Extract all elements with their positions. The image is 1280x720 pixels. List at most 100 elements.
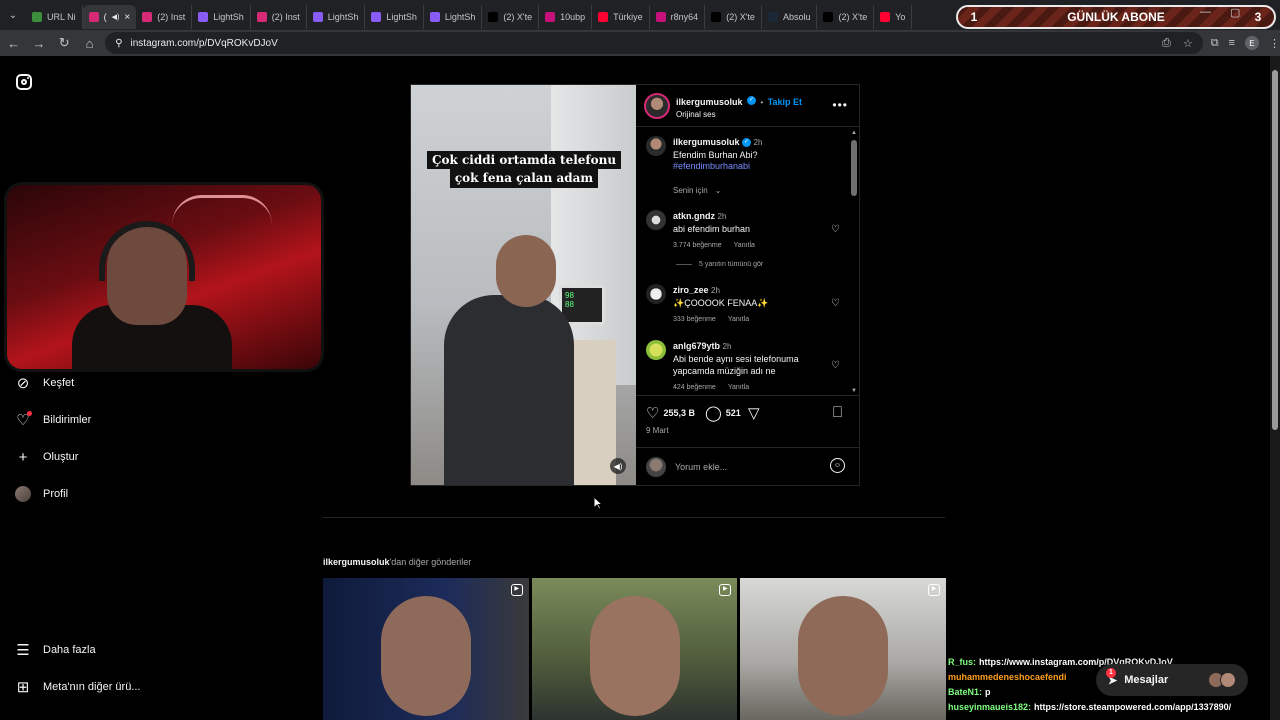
- comments-scrollbar[interactable]: ▲ ▼: [851, 130, 858, 394]
- sidebar-item-explore[interactable]: ⊘ Keşfet: [14, 374, 74, 392]
- comment-likes: 3.774 beğenme: [673, 242, 722, 249]
- audio-label[interactable]: Orijinal ses: [676, 110, 802, 119]
- author-avatar[interactable]: [644, 92, 670, 119]
- avatar[interactable]: [646, 136, 666, 156]
- browser-tab[interactable]: (2) X'te: [705, 5, 762, 29]
- instagram-logo-icon[interactable]: [16, 74, 32, 90]
- view-replies-label: 5 yanıtın tümünü gör: [699, 261, 764, 268]
- avatar[interactable]: [646, 340, 666, 360]
- reel-video[interactable]: 98 88 Çok ciddi ortamda telefonu çok fen…: [411, 85, 636, 485]
- meta-apps-icon: ⊞: [16, 679, 30, 696]
- browser-tab[interactable]: Yo: [874, 5, 913, 29]
- home-icon[interactable]: ⌂: [78, 31, 101, 55]
- avatar[interactable]: [646, 210, 666, 230]
- browser-tab[interactable]: LightSh: [192, 5, 251, 29]
- maximize-icon[interactable]: ▢: [1230, 6, 1240, 19]
- url-bar[interactable]: ⚲ instagram.com/p/DVqROKvDJoV ⎙ ☆: [105, 32, 1203, 54]
- post-thumbnail[interactable]: ▶: [740, 578, 947, 720]
- browser-tab[interactable]: (◀) ×: [82, 5, 137, 29]
- comment-username[interactable]: anlg679ytb: [673, 341, 720, 351]
- comment-username[interactable]: ilkergumusoluk: [673, 137, 740, 147]
- browser-tab[interactable]: 10ubp: [539, 5, 593, 29]
- tab-label: r8ny64: [670, 12, 699, 22]
- sidebar-item-profile[interactable]: Profil: [14, 485, 68, 503]
- caption-line: çok fena çalan adam: [449, 169, 599, 188]
- comment-like-heart-icon[interactable]: ♡: [831, 224, 840, 235]
- browser-tab[interactable]: Türkiye: [592, 5, 650, 29]
- tab-favicon-icon: [256, 12, 267, 22]
- browser-tab[interactable]: LightSh: [365, 5, 424, 29]
- sidebar-item-create[interactable]: + Oluştur: [14, 448, 79, 466]
- comment-input[interactable]: Yorum ekle...: [675, 462, 727, 472]
- page-scrollbar[interactable]: [1270, 56, 1280, 720]
- share-icon[interactable]: ▽: [748, 404, 760, 422]
- cast-icon[interactable]: ⎙: [1162, 37, 1171, 50]
- site-info-icon[interactable]: ⚲: [115, 38, 122, 49]
- author-username[interactable]: ilkergumusoluk: [676, 97, 743, 107]
- post-header: ilkergumusoluk ✓ • Takip Et Orijinal ses…: [636, 85, 860, 127]
- bookmark-star-icon[interactable]: ☆: [1183, 37, 1193, 50]
- more-posts-suffix: 'dan diğer gönderiler: [389, 557, 472, 567]
- sidebar-item-more[interactable]: ☰ Daha fazla: [14, 641, 95, 659]
- for-you-filter[interactable]: Senin için ⌄: [673, 186, 721, 195]
- browser-tab[interactable]: URL Ni: [26, 5, 83, 29]
- hashtag-link[interactable]: #efendimburhanabi: [673, 161, 762, 171]
- scroll-down-icon[interactable]: ▼: [851, 388, 857, 394]
- save-bookmark-icon[interactable]: ⎕: [833, 404, 842, 421]
- more-posts-user[interactable]: ilkergumusoluk: [323, 557, 390, 567]
- profile-avatar-icon[interactable]: E: [1244, 36, 1259, 50]
- screen: ⌄ URL Ni (◀) × (2) Inst LightSh (2) Inst Light…: [0, 0, 1280, 720]
- browser-tab[interactable]: (2) X'te: [817, 5, 875, 29]
- page-scroll-thumb[interactable]: [1272, 70, 1278, 430]
- browser-tab[interactable]: LightSh: [424, 5, 483, 29]
- messages-button[interactable]: ➤ 1 Mesajlar: [1096, 664, 1248, 696]
- view-replies[interactable]: 5 yanıtın tümünü gör: [676, 261, 763, 268]
- post-thumbnail[interactable]: ▶: [323, 578, 529, 720]
- tab-label: (2) X'te: [503, 12, 533, 22]
- browser-tab[interactable]: (2) Inst: [136, 5, 193, 29]
- browser-tab[interactable]: r8ny64: [650, 5, 706, 29]
- forward-icon[interactable]: →: [27, 31, 50, 55]
- browser-tab[interactable]: LightSh: [307, 5, 366, 29]
- tab-search-icon[interactable]: ⌄: [0, 0, 26, 30]
- more-options-icon[interactable]: •••: [832, 98, 848, 112]
- scroll-thumb[interactable]: [851, 140, 857, 196]
- post-thumbnail[interactable]: ▶: [531, 578, 738, 720]
- like-button[interactable]: ♡ 255,3 B: [646, 404, 695, 422]
- tab-favicon-icon: [488, 12, 499, 22]
- reply-button[interactable]: Yanıtla: [734, 242, 755, 249]
- scroll-up-icon[interactable]: ▲: [851, 130, 857, 136]
- emoji-icon[interactable]: ☺: [830, 458, 845, 473]
- comment-like-heart-icon[interactable]: ♡: [831, 298, 840, 309]
- close-tab-icon[interactable]: ×: [124, 12, 130, 23]
- comment-button[interactable]: ◯ 521: [705, 404, 741, 422]
- comment-username[interactable]: atkn.gndz: [673, 211, 715, 221]
- comment-like-heart-icon[interactable]: ♡: [831, 360, 840, 371]
- media-icon[interactable]: ≡: [1229, 37, 1235, 49]
- mute-icon[interactable]: ◀): [610, 458, 626, 474]
- reply-button[interactable]: Yanıtla: [728, 316, 749, 323]
- tab-label: (2) X'te: [838, 12, 868, 22]
- like-count: 255,3 B: [663, 408, 695, 418]
- sidebar-item-meta-apps[interactable]: ⊞ Meta'nın diğer ürü...: [14, 678, 141, 696]
- browser-tab[interactable]: (2) Inst: [251, 5, 307, 29]
- avatar[interactable]: [646, 284, 666, 304]
- browser-menu-icon[interactable]: ⋮: [1269, 37, 1280, 50]
- comment-username[interactable]: ziro_zee: [673, 285, 709, 295]
- browser-tab[interactable]: (2) X'te: [482, 5, 540, 29]
- reload-icon[interactable]: ↻: [53, 31, 76, 55]
- replies-line: [676, 264, 692, 265]
- minimize-icon[interactable]: —: [1200, 6, 1211, 18]
- follow-button[interactable]: Takip Et: [768, 97, 802, 107]
- tab-label: LightSh: [213, 12, 244, 22]
- sidebar-item-notifications[interactable]: ♡ Bildirimler: [14, 411, 91, 429]
- tab-favicon-icon: [312, 12, 323, 22]
- tab-favicon-icon: [198, 12, 209, 22]
- extensions-icon[interactable]: ⧉: [1211, 37, 1219, 50]
- tab-favicon-icon: [88, 12, 99, 22]
- reply-button[interactable]: Yanıtla: [728, 384, 749, 391]
- tab-favicon-icon: [767, 12, 778, 22]
- browser-tab[interactable]: Absolu: [762, 5, 818, 29]
- tab-audio-icon[interactable]: ◀): [112, 13, 120, 21]
- back-icon[interactable]: ←: [2, 31, 25, 55]
